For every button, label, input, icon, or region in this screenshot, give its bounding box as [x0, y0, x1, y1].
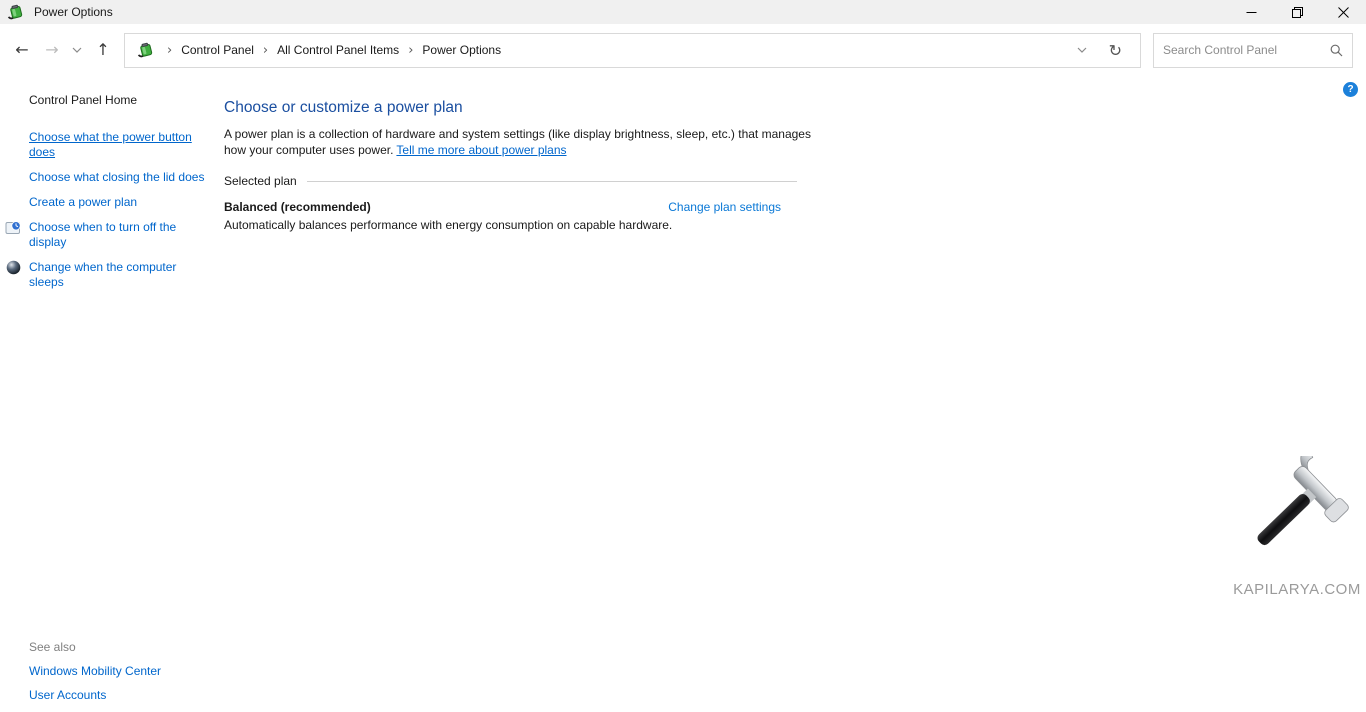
recent-locations-button[interactable] — [67, 35, 87, 65]
back-button[interactable]: ← — [9, 35, 35, 65]
search-box[interactable] — [1153, 33, 1353, 68]
content-area: Control Panel Home Choose what the power… — [0, 76, 1366, 712]
sidebar-task-list: Choose what the power button does Choose… — [0, 130, 212, 290]
close-button[interactable] — [1320, 0, 1366, 24]
sidebar: Control Panel Home Choose what the power… — [0, 76, 212, 712]
watermark: KAPILARYA.COM — [1228, 456, 1366, 598]
power-options-app-icon — [7, 4, 24, 21]
main-pane: Choose or customize a power plan A power… — [224, 76, 1064, 232]
sidebar-item-create-power-plan[interactable]: Create a power plan — [0, 195, 205, 210]
help-button[interactable]: ? — [1343, 82, 1358, 97]
close-icon — [1338, 7, 1349, 18]
page-title: Choose or customize a power plan — [224, 99, 1064, 117]
sidebar-item-computer-sleeps[interactable]: Change when the computer sleeps — [0, 260, 205, 290]
display-clock-icon — [5, 219, 22, 236]
change-plan-settings-link[interactable]: Change plan settings — [668, 200, 781, 214]
forward-icon: → — [45, 42, 58, 58]
power-options-crumb-icon — [137, 42, 154, 59]
intro-line2: how your computer uses power. — [224, 143, 393, 157]
chevron-down-icon — [72, 47, 82, 53]
power-options-window: Power Options ← → — [0, 0, 1366, 712]
intro-line1: A power plan is a collection of hardware… — [224, 127, 811, 141]
breadcrumb[interactable]: › Control Panel › All Control Panel Item… — [124, 33, 1141, 68]
sidebar-item-power-button[interactable]: Choose what the power button does — [0, 130, 205, 160]
breadcrumb-separator[interactable]: › — [167, 43, 172, 58]
selected-plan-group-header: Selected plan — [224, 174, 797, 188]
hammer-icon — [1236, 456, 1358, 574]
breadcrumb-item-control-panel[interactable]: Control Panel — [181, 43, 254, 57]
refresh-icon[interactable]: ↻ — [1109, 41, 1122, 60]
breadcrumb-separator[interactable]: › — [263, 43, 268, 58]
search-input[interactable] — [1163, 43, 1330, 57]
address-dropdown-icon[interactable] — [1077, 47, 1087, 53]
search-icon[interactable] — [1330, 44, 1343, 57]
sidebar-link-computer-sleeps[interactable]: Change when the computer sleeps — [29, 260, 176, 289]
selected-plan-label: Selected plan — [224, 174, 297, 188]
tell-me-more-link[interactable]: Tell me more about power plans — [396, 143, 566, 157]
window-title: Power Options — [34, 5, 113, 19]
minimize-button[interactable] — [1228, 0, 1274, 24]
sidebar-item-turn-off-display[interactable]: Choose when to turn off the display — [0, 220, 205, 250]
window-controls — [1228, 0, 1366, 24]
breadcrumb-separator[interactable]: › — [408, 43, 413, 58]
back-icon: ← — [15, 42, 28, 58]
sidebar-link-power-button[interactable]: Choose what the power button does — [29, 130, 192, 159]
see-also-section: See also Windows Mobility Center User Ac… — [29, 640, 161, 702]
sleep-orb-icon — [5, 259, 22, 276]
restore-icon — [1292, 7, 1303, 18]
sidebar-item-closing-lid[interactable]: Choose what closing the lid does — [0, 170, 205, 185]
sidebar-link-user-accounts[interactable]: User Accounts — [29, 688, 161, 702]
titlebar: Power Options — [0, 0, 1366, 24]
up-icon: ↑ — [96, 42, 109, 58]
up-button[interactable]: ↑ — [87, 35, 113, 65]
sidebar-link-closing-lid[interactable]: Choose what closing the lid does — [29, 170, 204, 184]
restore-button[interactable] — [1274, 0, 1320, 24]
plan-name: Balanced (recommended) — [224, 200, 371, 214]
plan-row: Balanced (recommended) Change plan setti… — [224, 200, 781, 214]
intro-text: A power plan is a collection of hardware… — [224, 127, 1064, 158]
breadcrumb-right-controls: ↻ — [1077, 41, 1134, 60]
forward-button[interactable]: → — [35, 35, 61, 65]
navigation-bar: ← → ↑ › Control Panel › Al — [0, 24, 1366, 76]
minimize-icon — [1246, 7, 1257, 18]
sidebar-link-windows-mobility-center[interactable]: Windows Mobility Center — [29, 664, 161, 678]
sidebar-link-create-power-plan[interactable]: Create a power plan — [29, 195, 137, 209]
sidebar-item-control-panel-home[interactable]: Control Panel Home — [29, 93, 212, 107]
breadcrumb-item-power-options[interactable]: Power Options — [422, 43, 501, 57]
group-divider-line — [307, 181, 797, 182]
breadcrumb-item-all-control-panel-items[interactable]: All Control Panel Items — [277, 43, 399, 57]
sidebar-link-turn-off-display[interactable]: Choose when to turn off the display — [29, 220, 176, 249]
plan-description: Automatically balances performance with … — [224, 218, 1064, 232]
see-also-heading: See also — [29, 640, 161, 654]
watermark-text: KAPILARYA.COM — [1228, 581, 1366, 598]
question-mark-icon: ? — [1347, 84, 1353, 95]
